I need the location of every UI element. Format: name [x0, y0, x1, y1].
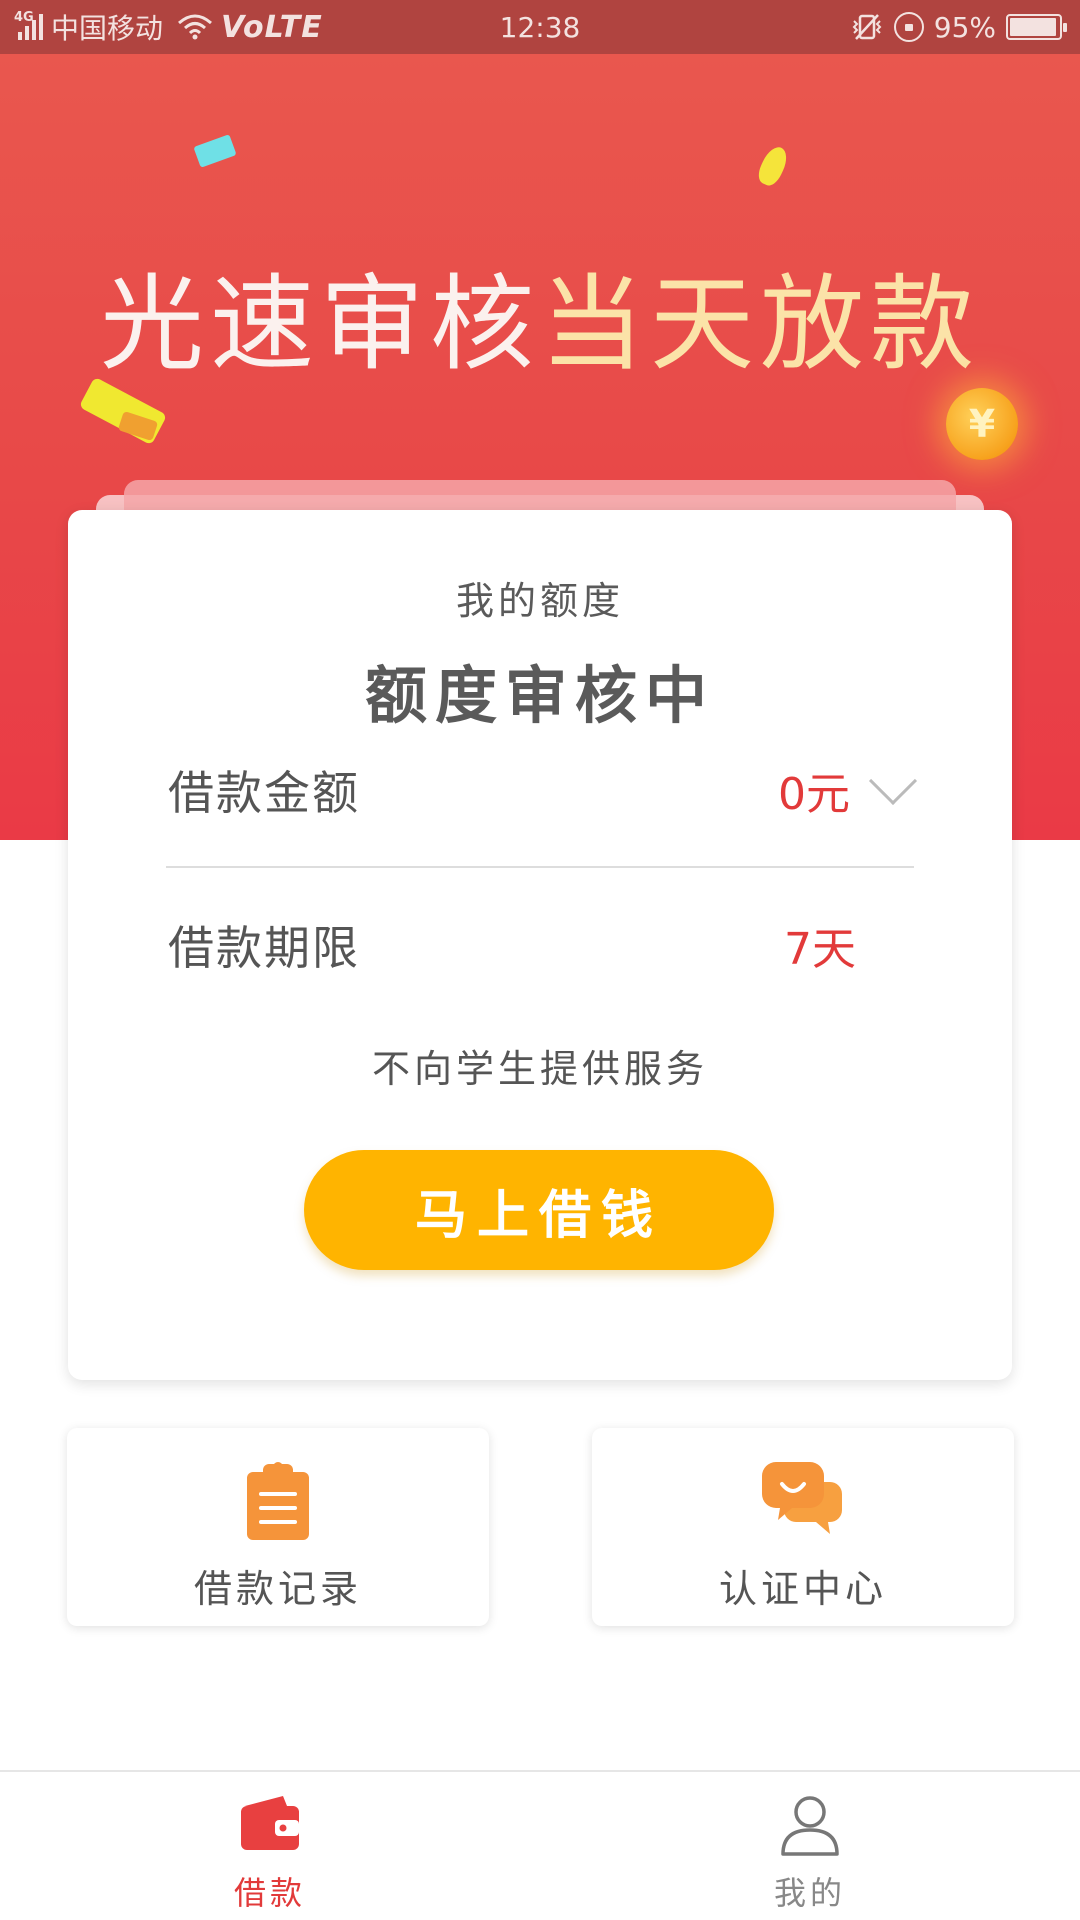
certification-center-tile[interactable]: 认证中心 [592, 1428, 1014, 1626]
loan-amount-value: 0元 [778, 769, 850, 820]
borrow-now-button[interactable]: 马上借钱 [304, 1150, 774, 1270]
loan-amount-selector[interactable]: 0元 [778, 756, 918, 822]
yen-coin-icon: ¥ [946, 388, 1018, 460]
loan-term-row: 借款期限 7天 [168, 900, 914, 990]
student-notice: 不向学生提供服务 [371, 1047, 708, 1091]
loan-amount-label: 借款金额 [168, 766, 360, 820]
nav-label-loan: 借款 [233, 1874, 306, 1912]
headline-part-yellow: 当天放款 [540, 263, 981, 385]
bottom-nav: 借款 我的 [0, 1770, 1080, 1920]
nav-label-mine: 我的 [773, 1874, 846, 1912]
loan-amount-row[interactable]: 借款金额 0元 [168, 745, 918, 835]
nav-item-loan[interactable]: 借款 [0, 1772, 540, 1920]
confetti-decoration [754, 143, 792, 189]
wallet-icon [241, 1796, 299, 1850]
headline-part-white: 光速审核 [99, 263, 540, 385]
confetti-decoration [193, 134, 237, 168]
loan-term-label: 借款期限 [168, 921, 360, 975]
loan-term-value: 7天 [784, 924, 856, 975]
status-bar: 4G 中国移动 VoLTE 12:38 95% [0, 0, 1080, 54]
nav-item-mine[interactable]: 我的 [540, 1772, 1080, 1920]
divider [166, 866, 914, 868]
rotation-lock-icon [893, 12, 924, 42]
chevron-down-icon[interactable] [868, 756, 918, 806]
battery-icon [1006, 14, 1067, 40]
quota-card: 我的额度 额度审核中 借款金额 0元 借款期限 7天 不向学生提供服务 马上借钱 [68, 510, 1012, 1380]
clipboard-icon [247, 1462, 309, 1540]
vibrate-icon [852, 14, 882, 40]
user-icon [781, 1796, 839, 1856]
chat-bubble-icon [762, 1462, 842, 1534]
quota-label: 我的额度 [455, 579, 624, 623]
status-bar-right: 95% [850, 0, 1067, 54]
banner-headline: 光速审核当天放款 [0, 239, 1080, 390]
loan-records-label: 借款记录 [193, 1567, 362, 1611]
loan-records-tile[interactable]: 借款记录 [67, 1428, 489, 1626]
battery-percent: 95% [933, 10, 996, 44]
certification-center-label: 认证中心 [718, 1567, 887, 1611]
quota-status: 额度审核中 [364, 659, 715, 732]
